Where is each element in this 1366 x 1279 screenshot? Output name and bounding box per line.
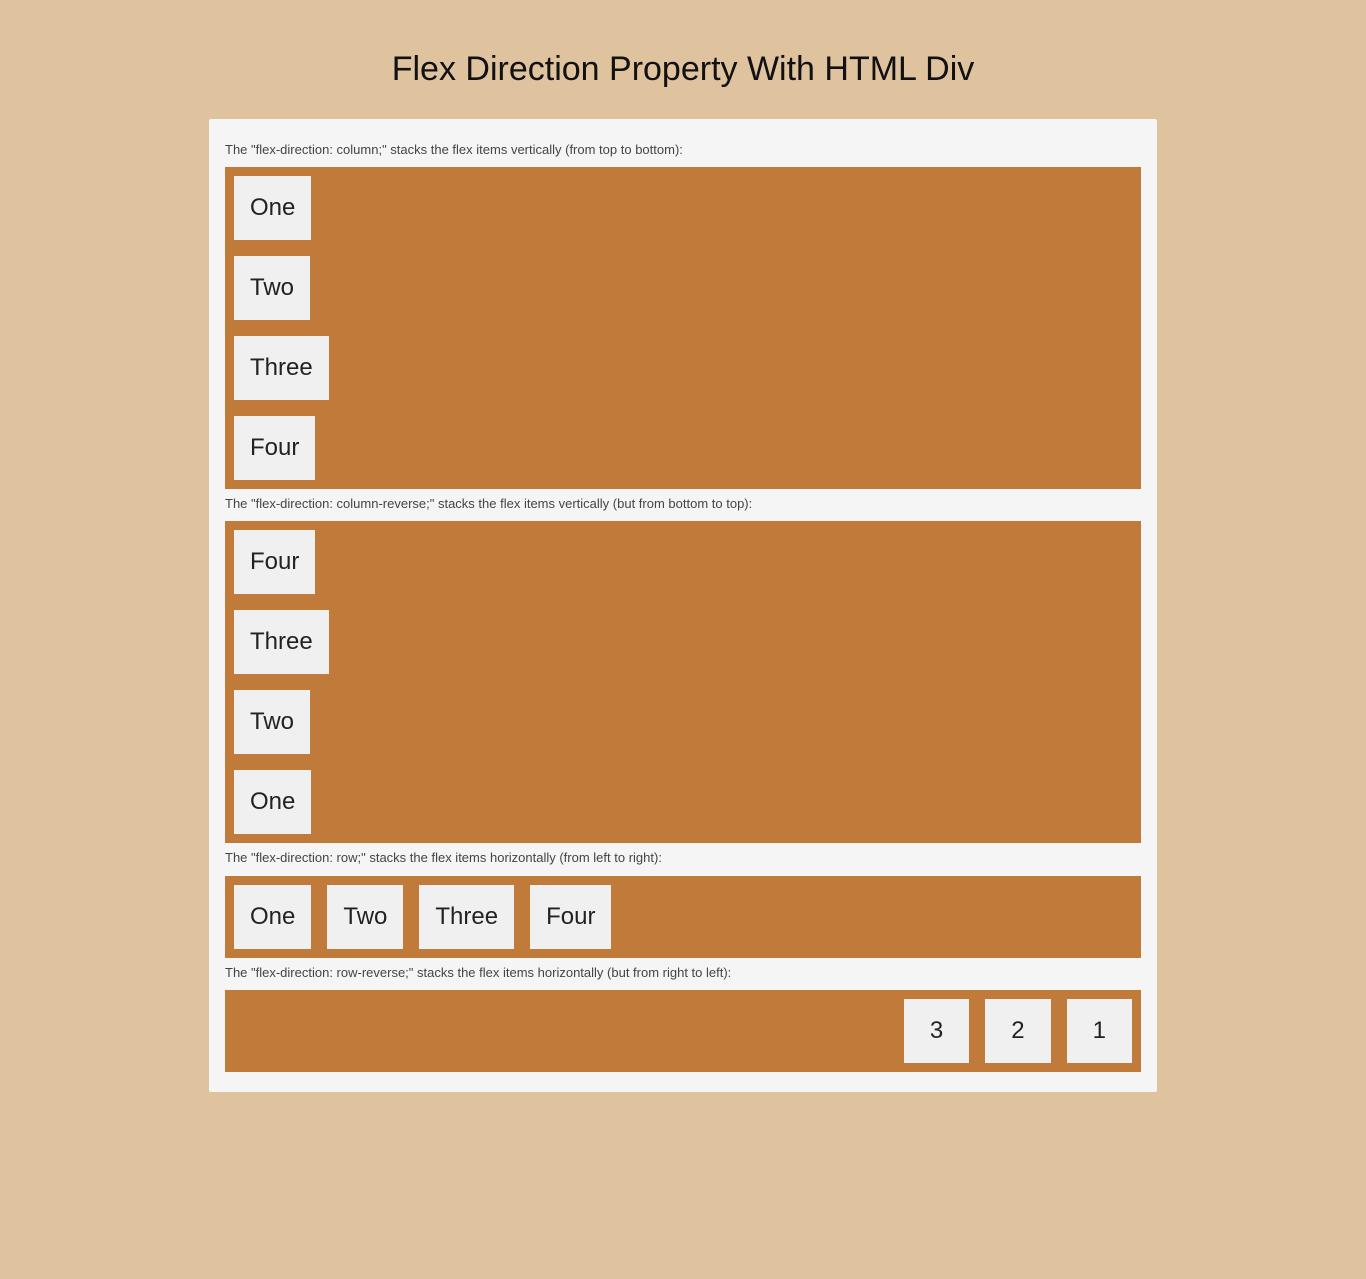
page-title: Flex Direction Property With HTML Div: [0, 50, 1366, 89]
flex-item: One: [234, 176, 311, 240]
flex-item: Two: [234, 690, 310, 754]
flex-item: One: [234, 770, 311, 834]
page-wrapper: Flex Direction Property With HTML Div Th…: [0, 0, 1366, 1279]
flex-box-column-reverse: One Two Three Four: [225, 521, 1141, 843]
flex-item: Four: [530, 885, 611, 949]
caption-row-reverse: The "flex-direction: row-reverse;" stack…: [225, 964, 1141, 982]
flex-item: Three: [234, 336, 329, 400]
main-container: The "flex-direction: column;" stacks the…: [209, 119, 1157, 1092]
flex-item: Two: [234, 256, 310, 320]
caption-column: The "flex-direction: column;" stacks the…: [225, 141, 1141, 159]
flex-item: Three: [419, 885, 514, 949]
flex-item: 3: [904, 999, 969, 1063]
flex-item: 1: [1067, 999, 1132, 1063]
flex-item: Three: [234, 610, 329, 674]
caption-row: The "flex-direction: row;" stacks the fl…: [225, 849, 1141, 867]
flex-item: One: [234, 885, 311, 949]
flex-box-row-reverse: 1 2 3: [225, 990, 1141, 1072]
flex-item: 2: [985, 999, 1050, 1063]
flex-item: Four: [234, 416, 315, 480]
flex-item: Four: [234, 530, 315, 594]
flex-box-row: One Two Three Four: [225, 876, 1141, 958]
flex-box-column: One Two Three Four: [225, 167, 1141, 489]
flex-item: Two: [327, 885, 403, 949]
caption-column-reverse: The "flex-direction: column-reverse;" st…: [225, 495, 1141, 513]
